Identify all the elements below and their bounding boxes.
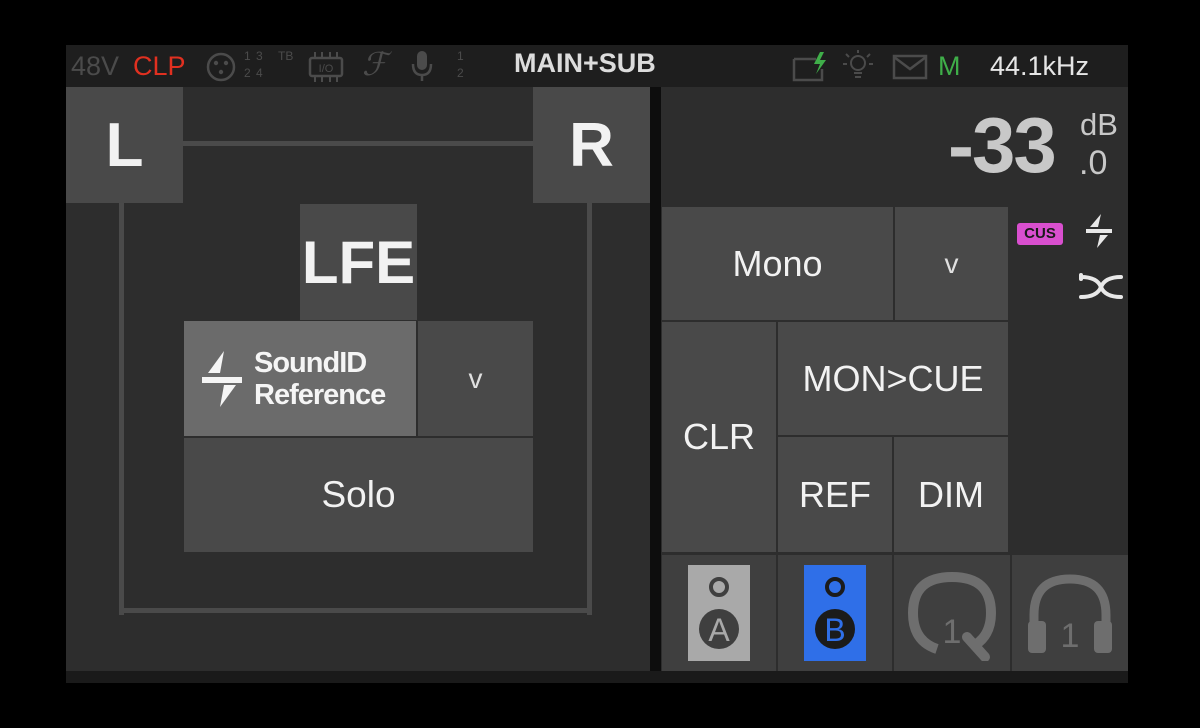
soundid-small-icon xyxy=(1086,214,1112,248)
soundid-reference-button[interactable]: SoundID Reference xyxy=(184,321,416,436)
xlr-icon xyxy=(206,52,236,82)
ref-button[interactable]: REF xyxy=(778,437,892,552)
lfe-speaker-button[interactable]: LFE xyxy=(300,204,417,320)
right-speaker-button[interactable]: R xyxy=(533,87,650,203)
right-connector-line xyxy=(587,203,592,615)
lr-connector-line xyxy=(183,141,533,146)
phantom-power-indicator: 48V xyxy=(71,51,120,81)
clear-button[interactable]: CLR xyxy=(662,322,776,552)
thunderbolt-label: TB xyxy=(278,49,294,63)
speaker-b-label: B xyxy=(824,612,846,648)
mono-dropdown-button[interactable]: v xyxy=(895,207,1008,320)
status-bar: 48V CLP 1 3 2 4 TB I/O ℱ 1 2 MAIN+SUB M … xyxy=(66,45,1128,87)
speaker-a-button[interactable]: A xyxy=(662,555,776,671)
mic-nums-bottom: 2 xyxy=(457,66,465,80)
solo-button[interactable]: Solo xyxy=(184,438,533,552)
bottom-strip xyxy=(66,671,1128,683)
sample-rate: 44.1kHz xyxy=(990,51,1090,81)
mon-cue-button[interactable]: MON>CUE xyxy=(778,322,1008,435)
m-indicator: M xyxy=(938,51,961,81)
microphone-icon xyxy=(411,51,433,81)
panel-divider xyxy=(650,87,661,671)
left-connector-line xyxy=(119,203,124,615)
headphone-output-number: 1 xyxy=(1060,617,1080,655)
soundid-label-line2: Reference xyxy=(254,379,386,411)
device-screen: 48V CLP 1 3 2 4 TB I/O ℱ 1 2 MAIN+SUB M … xyxy=(66,45,1128,683)
soundid-logo-icon xyxy=(202,351,242,407)
mail-icon xyxy=(892,54,928,80)
mono-button[interactable]: Mono xyxy=(662,207,893,320)
volume-decimal: .0 xyxy=(1079,144,1108,182)
output-mode-label: MAIN+SUB xyxy=(514,48,656,78)
soundid-dropdown-button[interactable]: v xyxy=(418,321,533,436)
volume-value[interactable]: -33 xyxy=(948,105,1057,185)
svg-text:I/O: I/O xyxy=(319,63,334,75)
speaker-layout-panel: L R LFE SoundID Reference v Solo xyxy=(66,87,650,671)
clip-indicator: CLP xyxy=(133,51,186,81)
custom-badge: CUS xyxy=(1017,223,1063,245)
dim-button[interactable]: DIM xyxy=(894,437,1008,552)
cue-output-button[interactable]: 1 xyxy=(894,555,1010,671)
speaker-a-label: A xyxy=(708,612,730,648)
soundid-label-line1: SoundID xyxy=(254,347,367,379)
io-chip-icon: I/O xyxy=(308,52,344,82)
input-nums-bottom: 2 4 xyxy=(244,66,264,80)
mic-nums-top: 1 xyxy=(457,49,465,63)
left-speaker-button[interactable]: L xyxy=(66,87,183,203)
bottom-connector-line xyxy=(119,608,592,613)
speaker-b-button[interactable]: B xyxy=(778,555,892,671)
input-nums-top: 1 3 xyxy=(244,49,264,63)
power-charging-icon xyxy=(792,52,826,82)
lightbulb-icon xyxy=(843,50,873,78)
script-f-icon: ℱ xyxy=(362,46,388,82)
soundid-label: SoundID Reference xyxy=(254,347,386,411)
cue-output-number: 1 xyxy=(942,613,962,651)
crossover-icon xyxy=(1079,273,1123,299)
volume-unit: dB xyxy=(1080,107,1118,142)
headphone-output-button[interactable]: 1 xyxy=(1012,555,1128,671)
